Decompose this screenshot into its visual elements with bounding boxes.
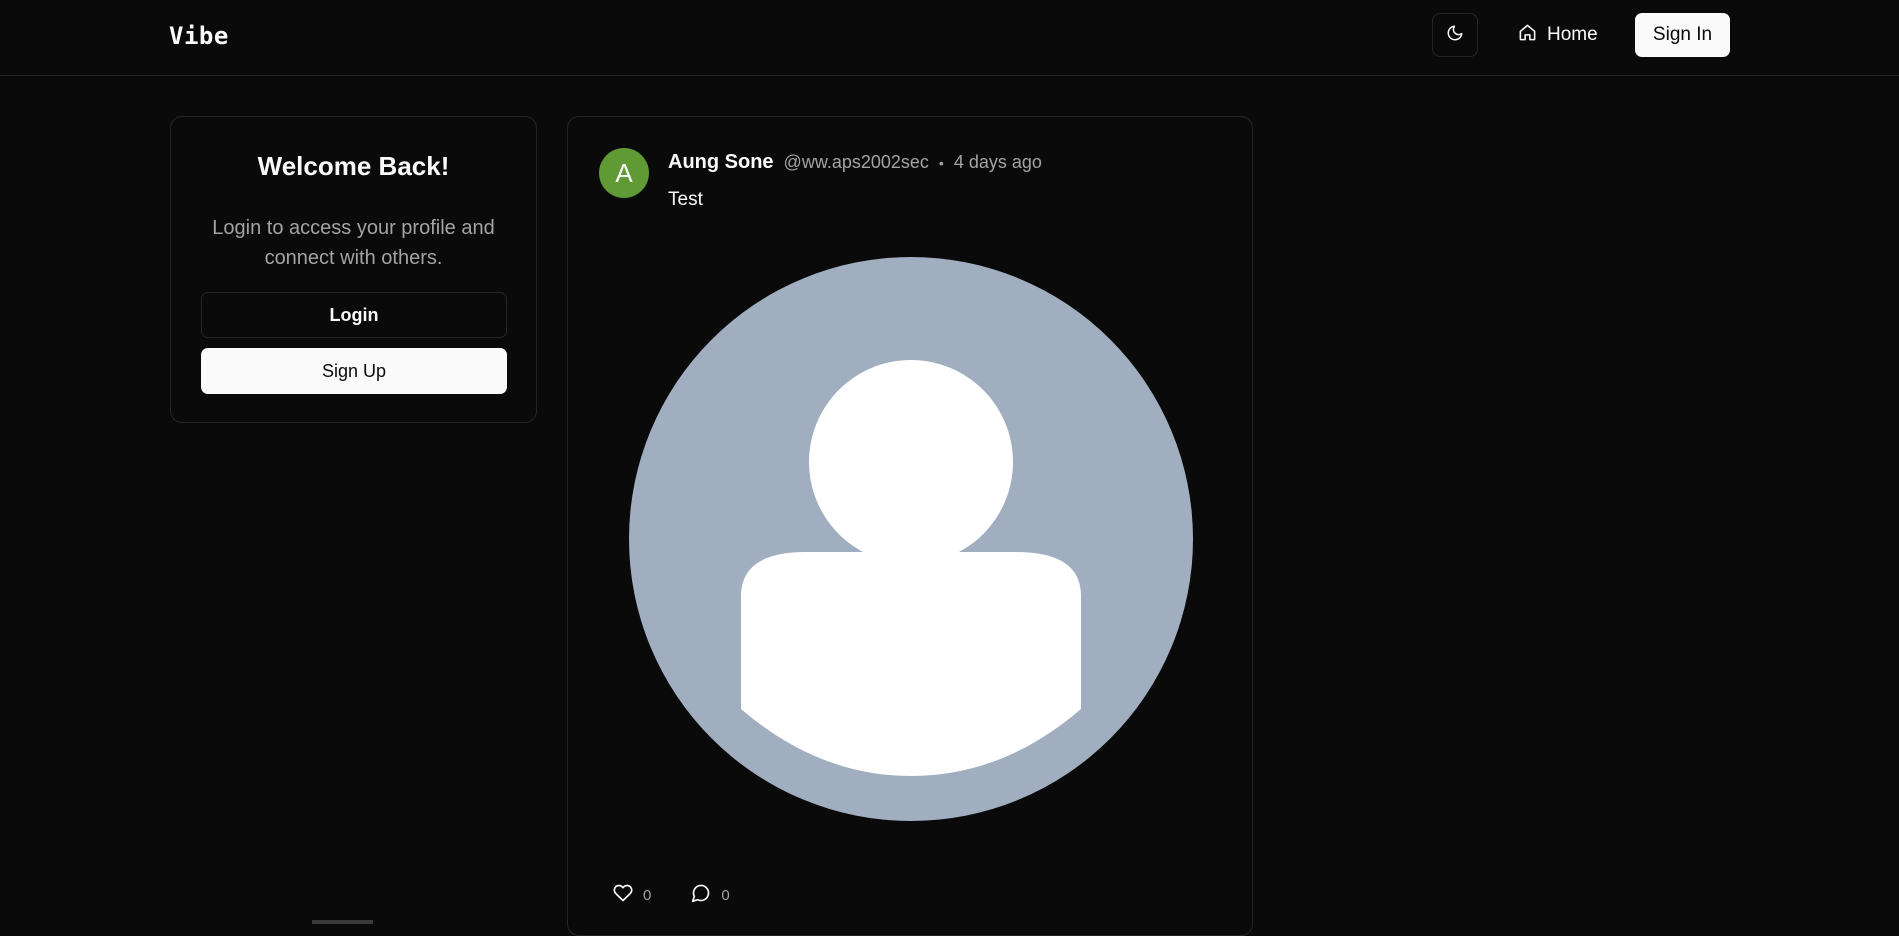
post-header: Aung Sone @ww.aps2002sec • 4 days ago	[668, 151, 1042, 174]
top-navbar: Vibe Home Sign In	[0, 0, 1899, 76]
sign-in-button[interactable]: Sign In	[1635, 13, 1730, 57]
separator-dot: •	[938, 155, 944, 171]
moon-icon	[1446, 24, 1464, 47]
heart-icon	[613, 883, 633, 907]
avatar[interactable]: A	[599, 148, 649, 198]
welcome-description: Login to access your profile and connect…	[212, 217, 495, 269]
post-image[interactable]	[628, 256, 1194, 822]
author-handle[interactable]: @ww.aps2002sec	[784, 152, 929, 173]
welcome-title: Welcome Back!	[257, 151, 450, 181]
login-button[interactable]: Login	[201, 292, 507, 338]
post-card: A Aung Sone @ww.aps2002sec • 4 days ago …	[567, 116, 1253, 936]
home-icon	[1518, 23, 1537, 48]
sign-up-button[interactable]: Sign Up	[201, 348, 507, 394]
default-profile-placeholder-icon	[629, 257, 1193, 821]
post-timestamp: 4 days ago	[953, 152, 1042, 172]
theme-toggle-button[interactable]	[1432, 13, 1478, 57]
home-label: Home	[1547, 24, 1598, 45]
author-name[interactable]: Aung Sone	[668, 151, 774, 174]
like-count: 0	[643, 886, 652, 904]
welcome-card: Welcome Back! Login to access your profi…	[170, 116, 537, 423]
home-nav-link[interactable]: Home	[1504, 13, 1612, 57]
comment-count: 0	[721, 886, 730, 904]
comment-icon	[691, 883, 711, 907]
post-actions: 0 0	[613, 883, 730, 907]
like-button[interactable]: 0	[613, 883, 651, 907]
post-text: Test	[668, 189, 703, 210]
comment-button[interactable]: 0	[691, 883, 730, 907]
horizontal-scrollbar-thumb[interactable]	[312, 920, 373, 924]
app-logo[interactable]: Vibe	[169, 22, 229, 50]
